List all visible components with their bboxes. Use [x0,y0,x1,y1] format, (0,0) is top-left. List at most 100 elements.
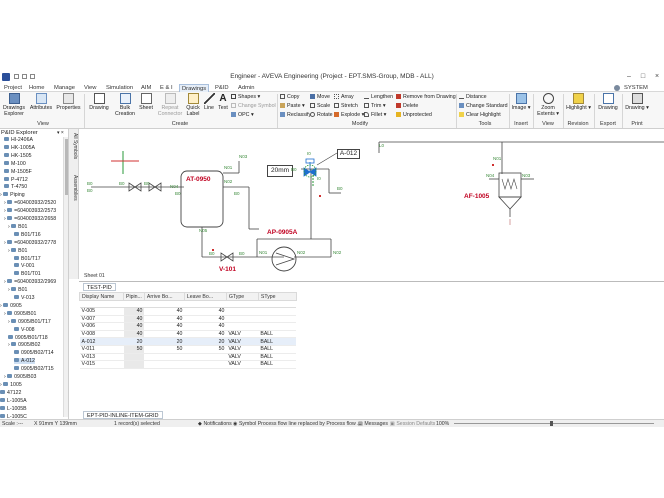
table-cell[interactable] [123,360,145,369]
tree-item[interactable]: › =604003932/2969 [4,279,56,285]
tab-drawings[interactable]: Drawings [179,84,210,92]
user-name[interactable]: SYSTEM [622,84,650,92]
minimize-icon[interactable]: – [622,72,636,82]
pid-drawing[interactable] [79,129,664,282]
change-symbol-button[interactable]: Change Symbol [231,103,276,110]
tree-item[interactable]: V-008 [14,326,35,333]
column-piping[interactable]: Pipin... [123,292,145,301]
tab-inline-item-grid[interactable]: EPT-PID-INLINE-ITEM-GRID [83,411,163,419]
tree-item[interactable]: HK-1505 [4,152,31,159]
tree-item[interactable]: › 0905/B03 [4,374,36,380]
tab-aim[interactable]: AIM [139,84,153,92]
tree-item[interactable]: P-4712 [4,176,28,183]
delete-button[interactable]: Delete [396,103,418,110]
table-row[interactable]: V-011 50 50 50 VALV BALL [79,345,297,354]
table-cell[interactable]: V-006 [79,322,124,331]
table-cell[interactable] [226,322,259,331]
tree-item[interactable]: › 0905 [0,302,22,309]
tree-item[interactable]: 0905/B01/T18 [8,334,48,341]
tree-item[interactable]: L-1005B [0,405,27,412]
column-gtype[interactable]: GType [225,292,259,301]
table-cell[interactable]: V-008 [79,330,124,339]
grid-filter-row[interactable] [79,300,297,308]
tree-item[interactable]: › 0905/B01 [4,310,36,317]
tree-item[interactable]: M-1505F [4,168,32,175]
repeat-connector-button[interactable]: Repeat Connector [156,93,184,117]
highlight-button[interactable]: Highlight ▾ [565,93,592,111]
tree-item[interactable]: › =604003932/2520 [4,200,56,206]
remove-from-drawing-button[interactable]: Remove from Drawing [396,94,456,101]
table-cell[interactable] [184,353,227,362]
tab-simulation[interactable]: Simulation [104,84,135,92]
attributes-button[interactable]: Attributes [28,93,54,111]
table-row[interactable]: A-012 20 20 20 VALV BALL [79,337,297,346]
sheet-tab[interactable]: Sheet 01 [84,273,105,279]
table-cell[interactable]: VALV [226,345,259,354]
explorer-scrollbar[interactable] [63,137,68,417]
dimension-label[interactable]: 20mm [267,165,293,177]
table-cell[interactable]: 40 [144,315,185,324]
distance-button[interactable]: Distance [459,94,487,101]
image-button[interactable]: Image ▾ [511,93,531,111]
tab-test-pid[interactable]: TEST-PID [83,283,116,291]
table-row[interactable]: V-013 VALV BALL [79,353,297,362]
table-cell[interactable] [258,315,297,324]
table-cell[interactable]: 40 [123,307,145,316]
table-cell[interactable]: A-012 [79,337,124,346]
table-cell[interactable]: 40 [144,330,185,339]
tree-item[interactable]: › 0905/B02 [8,342,40,348]
table-row[interactable]: V-006 40 40 40 [79,322,297,331]
tab-pid[interactable]: P&ID [213,84,231,92]
sheet-button[interactable]: Sheet [137,93,155,111]
tree-item[interactable]: A-012 [14,358,35,365]
tree-item[interactable]: T-4750 [4,184,27,190]
stretch-button[interactable]: Stretch [334,103,358,110]
label-ap-0905a[interactable]: AP-0905A [267,229,297,236]
table-cell[interactable]: 40 [123,315,145,324]
table-cell[interactable]: 40 [184,315,227,324]
table-cell[interactable]: 20 [123,337,145,346]
table-cell[interactable]: V-015 [79,360,124,369]
table-cell[interactable]: 40 [144,307,185,316]
zoom-slider[interactable] [454,421,654,426]
table-cell[interactable] [184,360,227,369]
table-cell[interactable]: BALL [258,337,297,346]
tree-item[interactable]: › Piping [0,192,25,198]
move-button[interactable]: Move [310,94,330,101]
tab-project[interactable]: Project [2,84,24,92]
table-cell[interactable]: VALV [226,330,259,339]
tree-item[interactable]: › =604003932/2573 [4,208,56,214]
table-cell[interactable]: BALL [258,345,297,354]
print-drawing-button[interactable]: Drawing ▾ [624,93,650,111]
array-button[interactable]: Array [334,94,354,101]
close-icon[interactable]: × [650,72,664,82]
quick-label-button[interactable]: Quick Label [185,93,201,117]
table-row[interactable]: V-008 40 40 40 VALV BALL [79,330,297,339]
table-cell[interactable] [258,307,297,316]
tree-item[interactable]: 47122 [0,389,21,396]
tree-item[interactable]: › =604003932/2658 [4,216,56,222]
properties-button[interactable]: Properties [55,93,82,111]
table-cell[interactable]: 20 [184,337,227,346]
pin-icon[interactable]: ▾ × [57,130,64,136]
notifications-button[interactable]: ◆ Notifications [198,421,232,427]
tree-item[interactable]: HI-2406A [4,137,33,143]
table-cell[interactable]: 40 [144,322,185,331]
table-cell[interactable] [258,322,297,331]
tree-item[interactable]: B01/T17 [14,255,41,262]
tree-item[interactable]: 0905/B02/T14 [14,350,54,356]
tab-view[interactable]: View [82,84,98,92]
rotate-button[interactable]: Rotate [310,112,333,119]
table-row[interactable]: V-015 VALV BALL [79,360,297,369]
table-cell[interactable]: V-011 [79,345,124,354]
table-cell[interactable]: VALV [226,360,259,369]
tree-item[interactable]: › B01 [8,287,27,293]
session-defaults-button[interactable]: ▣ Session Defaults [390,421,435,427]
tree-item[interactable]: › =604003932/2778 [4,239,56,246]
tree-item[interactable]: M-100 [4,160,26,167]
tree-item[interactable]: B01/T16 [14,231,41,238]
table-cell[interactable]: 50 [144,345,185,354]
drawing-button[interactable]: Drawing [87,93,111,111]
tab-manage[interactable]: Manage [52,84,77,92]
table-cell[interactable]: V-007 [79,315,124,324]
